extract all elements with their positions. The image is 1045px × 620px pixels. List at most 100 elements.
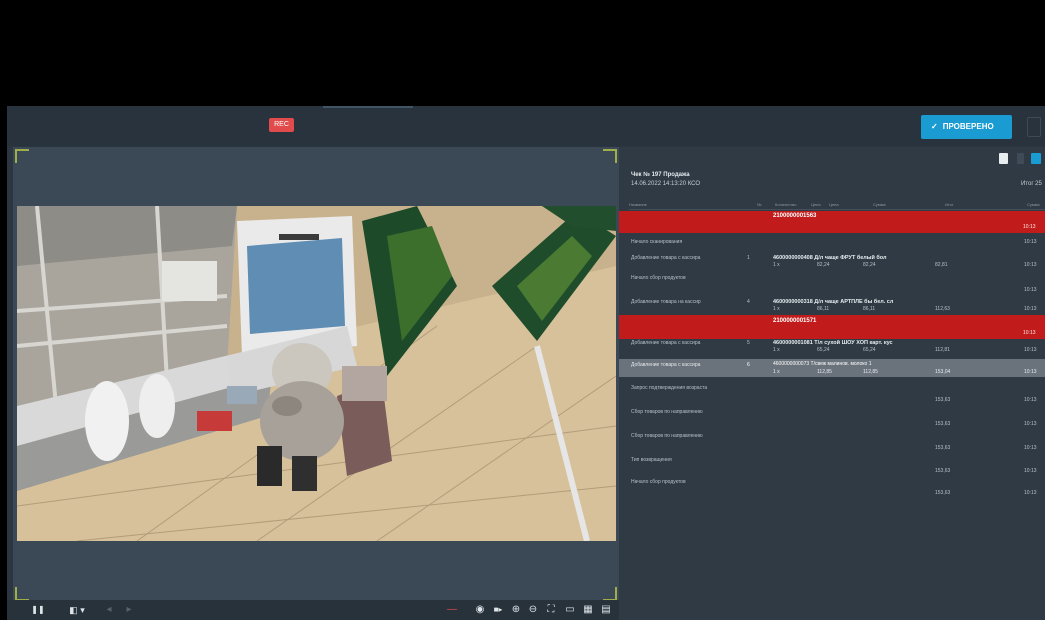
- row-time: 10:13: [1024, 369, 1037, 375]
- menu-button[interactable]: [1027, 117, 1041, 137]
- row-sum: 153,63: [935, 445, 951, 451]
- verified-button[interactable]: ✓ ПРОВЕРЕНО: [921, 115, 1012, 139]
- row-sum: 153,04: [935, 369, 951, 375]
- frame-corner-bottom-right: [603, 587, 617, 601]
- receipt-table-header: Название № Количество Цена Цена Сумма Ит…: [629, 202, 1045, 210]
- row-product: 4600000000318 Д/л чаще АРТПЛЕ бы бел. сл: [773, 299, 894, 305]
- row-event: Начало сканирования: [631, 239, 683, 245]
- row-number: 1: [747, 255, 750, 261]
- alert-band[interactable]: 2100000001563 10:13: [619, 211, 1045, 233]
- row-price: 86,11: [817, 306, 830, 312]
- top-toolbar: REC ✓ ПРОВЕРЕНО: [7, 106, 1045, 146]
- zoom-in-icon[interactable]: ⊕: [509, 603, 523, 617]
- receipt-total-label: Итог 25: [1021, 181, 1042, 187]
- zoom-out-icon[interactable]: ⊖: [526, 603, 540, 617]
- row-time: 10:13: [1024, 306, 1037, 312]
- camera-select-dropdown[interactable]: ◧ ▾: [65, 603, 89, 617]
- row-price: 82,24: [817, 262, 830, 268]
- row-event: Добавление товара с кассира: [631, 340, 701, 346]
- row-sum: 112,81: [935, 347, 950, 353]
- row-qty: 1 х: [773, 306, 780, 312]
- row-number: 6: [747, 362, 750, 368]
- alert-band-code: 2100000001571: [773, 318, 817, 324]
- selected-table-row[interactable]: Добавление товара с кассира 6 4600000000…: [619, 359, 1045, 377]
- row-time: 10:13: [1024, 397, 1037, 403]
- chat-icon[interactable]: ▤: [599, 603, 613, 617]
- row-number: 5: [747, 340, 750, 346]
- row-sum: 153,63: [935, 468, 951, 474]
- column-header: Сумма: [873, 202, 886, 207]
- alert-band-time: 10:13: [1023, 224, 1036, 230]
- row-time: 10:13: [1024, 262, 1037, 268]
- row-event: Сбор товаров по направлению: [631, 433, 703, 439]
- row-sum: 153,63: [935, 490, 951, 496]
- row-time: 10:13: [1024, 468, 1037, 474]
- row-qty: 1 х: [773, 347, 780, 353]
- timeline-marker[interactable]: —: [445, 603, 459, 617]
- row-event: Тип возвращения: [631, 457, 672, 463]
- verified-button-label: ПРОВЕРЕНО: [942, 122, 994, 131]
- grid-icon[interactable]: ▦: [581, 603, 595, 617]
- active-view-icon[interactable]: [1031, 153, 1041, 164]
- screen-icon[interactable]: ▭: [563, 603, 577, 617]
- row-event: Начало сбор продуктов: [631, 275, 686, 281]
- column-header: Итог: [945, 202, 954, 207]
- player-controls: ❚❚ ◧ ▾ ◂ ▸ — ◉ ■▸ ⊕ ⊖ ⛶ ▭ ▦ ▤: [7, 600, 619, 620]
- row-total-price: 86,11: [863, 306, 876, 312]
- row-event: Запрос подтверждения возраста: [631, 385, 708, 391]
- row-product: 4600000000073 Т/свеж малинов. молоко 1: [773, 361, 872, 367]
- prev-frame-button[interactable]: ◂: [103, 603, 115, 617]
- receipt-panel: Чек № 197 Продажа 14.06.2022 14:13:20 КС…: [619, 147, 1045, 620]
- row-qty: 1 х: [773, 262, 780, 268]
- recording-badge: REC: [269, 118, 294, 132]
- column-header: Сумма: [1027, 202, 1040, 207]
- row-price: 65,24: [817, 347, 830, 353]
- row-sum: 153,63: [935, 397, 951, 403]
- row-total-price: 65,24: [863, 347, 876, 353]
- row-price: 112,85: [817, 369, 832, 375]
- column-header: Название: [629, 202, 647, 207]
- row-sum: 82,81: [935, 262, 948, 268]
- row-total-price: 112,85: [863, 369, 878, 375]
- next-frame-button[interactable]: ▸: [123, 603, 135, 617]
- row-event: Сбор товаров по направлению: [631, 409, 703, 415]
- frame-corner-top-right: [603, 149, 617, 163]
- video-viewer[interactable]: [13, 147, 619, 603]
- app-window: REC ✓ ПРОВЕРЕНО ❚❚ ◧ ▾ ◂ ▸ — ◉ ■▸ ⊕ ⊖ ⛶ …: [7, 106, 1045, 620]
- row-event: Начало сбор продуктов: [631, 479, 686, 485]
- row-product: 4600000001081 Т/л сухой ШОУ ХОП карт. ку…: [773, 340, 893, 346]
- snapshot-icon[interactable]: ◉: [473, 603, 487, 617]
- row-total-price: 82,24: [863, 262, 876, 268]
- column-header: Цена: [829, 202, 839, 207]
- video-record-icon[interactable]: ■▸: [490, 603, 506, 617]
- pause-button[interactable]: ❚❚: [31, 603, 45, 617]
- alert-band[interactable]: 2100000001571 10:13: [619, 315, 1045, 339]
- check-icon: ✓: [931, 122, 938, 131]
- receipt-title: Чек № 197 Продажа: [631, 172, 690, 178]
- row-event: Добавление товара с кассира: [631, 255, 701, 261]
- row-event: Добавление товара на кассир: [631, 299, 701, 305]
- alert-band-time: 10:13: [1023, 330, 1036, 336]
- row-product: 4600000000408 Д/л чаще ФРУТ белый бол: [773, 255, 887, 261]
- row-sum: 153,63: [935, 421, 951, 427]
- letterbox-top: [0, 0, 1045, 106]
- row-time: 10:13: [1024, 239, 1037, 245]
- receipt-datetime: 14.06.2022 14:13:20 КСО: [631, 181, 701, 187]
- row-time: 10:13: [1024, 490, 1037, 496]
- toolbar-progress-line: [323, 106, 413, 108]
- row-sum: 112,63: [935, 306, 950, 312]
- frame-corner-bottom-left: [15, 587, 29, 601]
- column-header: №: [757, 202, 762, 207]
- camera-video-frame[interactable]: [17, 206, 616, 541]
- row-time: 10:13: [1024, 347, 1037, 353]
- column-header: Цена: [811, 202, 821, 207]
- row-time: 10:13: [1024, 287, 1037, 293]
- self-checkout-camera-image: [17, 206, 616, 541]
- document-icon[interactable]: [999, 153, 1008, 164]
- column-header: Количество: [775, 202, 797, 207]
- fullscreen-icon[interactable]: ⛶: [544, 603, 558, 617]
- list-icon[interactable]: [1017, 153, 1024, 164]
- frame-corner-top-left: [15, 149, 29, 163]
- row-number: 4: [747, 299, 750, 305]
- row-time: 10:13: [1024, 421, 1037, 427]
